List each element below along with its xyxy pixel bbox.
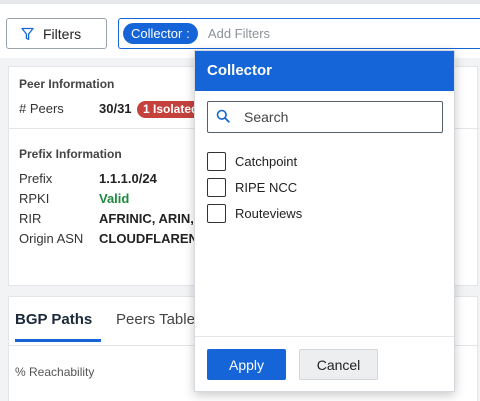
- apply-button[interactable]: Apply: [207, 349, 286, 380]
- prefix-label: Prefix: [19, 171, 53, 186]
- collector-search-input[interactable]: Search: [207, 101, 443, 133]
- option-routeviews[interactable]: Routeviews: [207, 203, 302, 223]
- option-ripe-ncc[interactable]: RIPE NCC: [207, 177, 297, 197]
- filters-button[interactable]: Filters: [6, 18, 107, 49]
- filter-icon: [21, 27, 34, 41]
- peers-label: # Peers: [19, 101, 64, 116]
- filters-button-label: Filters: [43, 25, 82, 42]
- tab-bgp-paths[interactable]: BGP Paths: [15, 311, 92, 328]
- prefix-info-title: Prefix Information: [19, 147, 122, 161]
- option-catchpoint[interactable]: Catchpoint: [207, 151, 297, 171]
- filter-bar[interactable]: Collector : Add Filters: [118, 18, 480, 49]
- rir-label: RIR: [19, 211, 42, 226]
- chip-label: Collector: [131, 26, 183, 41]
- dropdown-title: Collector: [195, 51, 454, 91]
- tab-peers-table[interactable]: Peers Table: [116, 311, 195, 328]
- peer-info-title: Peer Information: [19, 77, 115, 91]
- checkbox[interactable]: [207, 177, 226, 197]
- chip-colon: :: [186, 26, 190, 41]
- checkbox[interactable]: [207, 151, 226, 171]
- collector-filter-chip[interactable]: Collector :: [123, 23, 198, 44]
- search-icon: [216, 109, 230, 126]
- add-filters-input[interactable]: Add Filters: [208, 26, 270, 41]
- option-label: Catchpoint: [235, 153, 298, 169]
- rpki-label: RPKI: [19, 191, 50, 206]
- origin-asn-label: Origin ASN: [19, 231, 84, 246]
- search-placeholder: Search: [244, 109, 289, 125]
- option-label: Routeviews: [235, 205, 303, 221]
- rir-value: AFRINIC, ARIN,: [99, 211, 194, 226]
- option-label: RIPE NCC: [235, 179, 298, 195]
- origin-asn-value[interactable]: CLOUDFLAREN: [99, 231, 198, 246]
- prefix-value: 1.1.1.0/24: [99, 171, 157, 186]
- rpki-value: Valid: [99, 191, 130, 206]
- reachability-label: % Reachability: [15, 365, 95, 379]
- collector-dropdown: Collector Search Catchpoint RIPE NCC Rou…: [194, 50, 455, 392]
- cancel-button[interactable]: Cancel: [299, 349, 378, 380]
- active-tab-indicator: [15, 339, 101, 342]
- footer-divider: [195, 336, 454, 337]
- peers-value: 30/31: [99, 101, 132, 116]
- checkbox[interactable]: [207, 203, 226, 223]
